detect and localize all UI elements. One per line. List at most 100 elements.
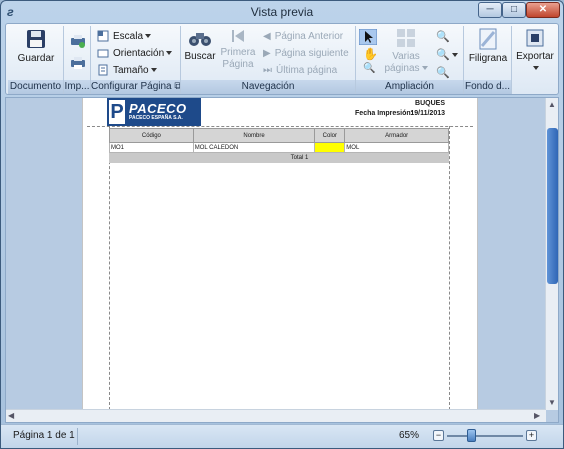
export-label: Exportar	[516, 51, 554, 62]
scroll-left-icon[interactable]: ◀	[8, 410, 14, 422]
zoom-minus-button[interactable]: −	[433, 430, 444, 441]
scroll-down-icon[interactable]: ▼	[548, 397, 556, 409]
watermark-icon	[479, 28, 497, 50]
multiple-pages-button[interactable]: Varias páginas	[384, 28, 428, 75]
vertical-scroll-thumb[interactable]	[547, 128, 558, 284]
print-options-icon[interactable]	[70, 34, 86, 48]
export-icon	[526, 29, 544, 47]
previous-page-button[interactable]: ◀ Página Anterior	[263, 29, 343, 44]
total-label: Total 1	[108, 152, 316, 163]
export-button[interactable]: Exportar	[514, 28, 556, 75]
page-indicator: Página 1 de 1	[13, 430, 75, 441]
group-navegacion: Buscar Primera Página ◀ Página Anterior ▶…	[181, 26, 356, 94]
orientation-label: Orientación	[113, 48, 165, 59]
margin-line-top	[87, 126, 473, 127]
zoom-level: 65%	[399, 430, 420, 441]
pointer-tool-icon[interactable]	[359, 29, 377, 45]
column-header-nombre: Nombre	[192, 128, 316, 143]
orientation-icon	[97, 49, 109, 58]
previous-icon: ◀	[263, 31, 271, 42]
group-label-configurar[interactable]: Configurar Página ⧉	[91, 80, 180, 94]
save-label: Guardar	[17, 53, 55, 64]
report-table: Código Nombre Color Armador MO1 MOL CALE…	[108, 128, 449, 163]
logo-subtitle: PACECO ESPAÑA S.A.	[129, 115, 183, 121]
scroll-up-icon[interactable]: ▲	[548, 99, 556, 111]
status-divider	[77, 428, 78, 445]
ribbon: Guardar Documento Imp... Escala Orientac…	[5, 23, 559, 95]
chevron-down-icon	[145, 34, 152, 39]
first-page-icon	[232, 30, 244, 42]
chevron-down-icon	[533, 66, 539, 71]
close-button[interactable]: ✕	[526, 2, 560, 18]
page-size-icon	[98, 64, 108, 76]
search-button[interactable]: Buscar	[183, 28, 217, 63]
group-label-ampliacion: Ampliación	[356, 80, 463, 94]
group-ampliacion: ✋ 🔍 Varias páginas 🔍 🔍 🔍 Ampliación	[356, 26, 464, 94]
preview-window: ƨ Vista previa ─ □ ✕ Guardar Documento I…	[0, 0, 564, 449]
zoom-tool-icon[interactable]: 🔍	[363, 63, 375, 74]
save-button[interactable]: Guardar	[14, 28, 58, 65]
group-imprimir: Imp...	[64, 26, 91, 94]
total-row: Total 1	[108, 152, 449, 163]
scale-icon	[97, 30, 109, 42]
zoom-dropdown-icon[interactable]: 🔍	[436, 48, 458, 61]
watermark-button[interactable]: Filigrana	[466, 28, 510, 65]
report-page: P PACECO PACECO ESPAÑA S.A. BUQUES Fecha…	[82, 98, 478, 410]
maximize-button[interactable]: □	[502, 2, 526, 18]
chevron-down-icon	[150, 68, 157, 73]
orientation-button[interactable]: Orientación	[97, 46, 173, 61]
next-page-button[interactable]: ▶ Página siguiente	[263, 46, 349, 61]
minimize-button[interactable]: ─	[478, 2, 502, 18]
next-icon: ▶	[263, 48, 271, 59]
multiple-pages-icon	[397, 29, 415, 47]
dialog-launcher-icon: ⧉	[174, 81, 180, 92]
chevron-down-icon	[421, 66, 428, 71]
company-logo: P PACECO PACECO ESPAÑA S.A.	[107, 98, 201, 126]
cell-color-swatch	[314, 142, 346, 153]
table-header-row: Código Nombre Color Armador	[109, 128, 449, 143]
first-page-label: Primera Página	[220, 47, 256, 70]
next-page-label: Página siguiente	[274, 48, 349, 60]
chevron-down-icon	[166, 51, 173, 56]
floppy-disk-icon	[27, 30, 45, 48]
group-label-configurar-text: Configurar Página	[91, 81, 172, 92]
search-label: Buscar	[184, 51, 216, 62]
report-header: P PACECO PACECO ESPAÑA S.A. BUQUES Fecha…	[107, 98, 455, 126]
scale-button[interactable]: Escala	[97, 29, 152, 44]
zoom-out-icon[interactable]: 🔍	[436, 66, 450, 79]
logo-letter: P	[109, 100, 125, 124]
scale-label: Escala	[113, 31, 144, 42]
size-button[interactable]: Tamaño	[97, 63, 157, 78]
scroll-right-icon[interactable]: ▶	[534, 410, 540, 422]
group-exportar: Exportar	[512, 26, 558, 94]
cell-nombre: MOL CALEDON	[192, 142, 316, 153]
size-label: Tamaño	[113, 65, 149, 76]
title-bar[interactable]: ƨ Vista previa ─ □ ✕	[1, 1, 563, 23]
group-label-navegacion: Navegación	[181, 80, 355, 94]
group-documento: Guardar Documento	[8, 26, 64, 94]
zoom-slider-track[interactable]	[447, 435, 523, 437]
group-label-fondo: Fondo d...	[464, 80, 511, 94]
group-fondo: Filigrana Fondo d...	[464, 26, 512, 94]
hand-tool-icon[interactable]: ✋	[363, 47, 378, 61]
group-configurar-pagina: Escala Orientación Tamaño Configurar Pág…	[91, 26, 181, 94]
vertical-scrollbar[interactable]: ▲ ▼	[545, 98, 558, 410]
preview-area[interactable]: P PACECO PACECO ESPAÑA S.A. BUQUES Fecha…	[5, 97, 559, 423]
printer-icon[interactable]	[70, 56, 86, 70]
last-page-icon: ⏭	[263, 65, 272, 76]
cell-armador: MOL	[344, 142, 449, 153]
zoom-in-icon[interactable]: 🔍	[436, 30, 450, 43]
zoom-plus-button[interactable]: +	[526, 430, 537, 441]
horizontal-scrollbar[interactable]: ◀ ▶	[6, 409, 546, 422]
last-page-button[interactable]: ⏭ Última página	[263, 63, 337, 78]
status-bar: Página 1 de 1 65% − +	[1, 424, 563, 448]
last-page-label: Última página	[276, 65, 338, 77]
table-row: MO1 MOL CALEDON MOL	[109, 142, 449, 153]
logo-text: PACECO	[129, 101, 187, 116]
first-page-button[interactable]: Primera Página	[219, 28, 257, 71]
group-label-documento: Documento	[8, 80, 63, 94]
zoom-slider-thumb[interactable]	[467, 429, 477, 442]
watermark-label: Filigrana	[468, 53, 508, 64]
column-header-armador: Armador	[344, 128, 449, 143]
report-title: BUQUES	[415, 100, 445, 107]
